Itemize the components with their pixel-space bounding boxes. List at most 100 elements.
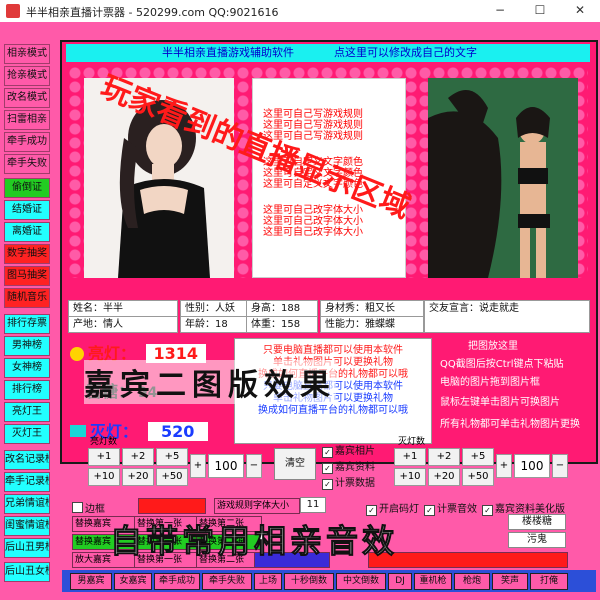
name-input-2[interactable]: 污鬼 bbox=[508, 532, 566, 548]
light-plus-1-button[interactable]: +1 bbox=[88, 448, 120, 466]
enlarge-guest-button[interactable]: 放大嘉宾 bbox=[72, 552, 138, 568]
sidebar-item[interactable]: 结婚证 bbox=[4, 200, 50, 220]
off-plus-10-button[interactable]: +10 bbox=[394, 468, 426, 486]
off-plus-button[interactable]: + bbox=[496, 454, 512, 478]
display-panel: 半半相亲直播游戏辅助软件 点这里可以修改成自己的文字 这里可自己写游戏规则 这里… bbox=[60, 40, 598, 464]
color-button[interactable] bbox=[254, 552, 330, 568]
rules-box[interactable]: 这里可自己写游戏规则 这里可自己写游戏规则 这里可自己写游戏规则 这里可自定义文… bbox=[252, 78, 406, 278]
sidebar-item[interactable]: 闺蜜情谊榜 bbox=[4, 516, 50, 536]
check-vote-data[interactable]: ✓ 计票数据 bbox=[322, 474, 375, 490]
replace-first-button[interactable]: 替换第一张 bbox=[134, 552, 200, 568]
replace-second-button[interactable]: 替换第二张 bbox=[196, 534, 262, 550]
sound-button[interactable]: 打俺 bbox=[530, 573, 568, 590]
check-guest-info[interactable]: ✓ 嘉宾资料 bbox=[322, 458, 375, 474]
sidebar-item[interactable]: 后山丑男榜 bbox=[4, 538, 50, 558]
profile-weight: 体重：158 bbox=[246, 316, 318, 333]
replace-second-button[interactable]: 替换第二张 bbox=[196, 552, 262, 568]
off-count-group: 灭灯数 +1 +2 +5 +10 +20 +50 + 100 − bbox=[390, 437, 590, 492]
sidebar-item[interactable]: 改名模式 bbox=[4, 88, 50, 108]
off-plus-5-button[interactable]: +5 bbox=[462, 448, 494, 466]
light-plus-50-button[interactable]: +50 bbox=[156, 468, 188, 486]
rule-font-size-input[interactable]: 11 bbox=[300, 497, 326, 513]
profile-ability: 性能力：雅蝶蝶 bbox=[320, 316, 424, 333]
off-plus-2-button[interactable]: +2 bbox=[428, 448, 460, 466]
off-step-input[interactable]: 100 bbox=[514, 454, 550, 478]
sidebar-item[interactable]: 图马抽奖 bbox=[4, 266, 50, 286]
sound-button[interactable]: DJ bbox=[388, 573, 412, 590]
sound-button[interactable]: 笑声 bbox=[492, 573, 528, 590]
sound-button[interactable]: 中文倒数 bbox=[336, 573, 386, 590]
light-plus-10-button[interactable]: +10 bbox=[88, 468, 120, 486]
banner[interactable]: 半半相亲直播游戏辅助软件 点这里可以修改成自己的文字 bbox=[66, 44, 590, 62]
off-plus-1-button[interactable]: +1 bbox=[394, 448, 426, 466]
app-body: 相亲模式 抢亲模式 改名模式 扫雷相亲 牵手成功 牵手失败 偷倒证 结婚证 离婚证 数字抽奖 图马抽… bbox=[0, 22, 600, 600]
off-plus-20-button[interactable]: +20 bbox=[428, 468, 460, 486]
off-plus-50-button[interactable]: +50 bbox=[462, 468, 494, 486]
sidebar-item[interactable]: 牵手失败 bbox=[4, 154, 50, 174]
checkbox-icon: ✓ bbox=[322, 463, 333, 474]
sound-button[interactable]: 上场 bbox=[254, 573, 282, 590]
candy-value: 94 bbox=[137, 385, 158, 401]
light-minus-button[interactable]: − bbox=[246, 454, 262, 478]
check-open-lights[interactable]: ✓ 开启码灯 bbox=[366, 500, 419, 516]
sidebar-item[interactable]: 排行榜 bbox=[4, 380, 50, 400]
light-plus-2-button[interactable]: +2 bbox=[122, 448, 154, 466]
checkbox-icon: ✓ bbox=[322, 479, 333, 490]
check-guest-photo[interactable]: ✓ 嘉宾相片 bbox=[322, 442, 375, 458]
notice-line: 换成如何直播平台的礼物都可以哦 bbox=[258, 369, 408, 380]
sidebar-item[interactable]: 改名记录榜 bbox=[4, 450, 50, 470]
off-minus-button[interactable]: − bbox=[552, 454, 568, 478]
sound-button[interactable]: 重机枪 bbox=[414, 573, 452, 590]
sidebar-item[interactable]: 数字抽奖 bbox=[4, 244, 50, 264]
tips-box[interactable]: 把图放这里 QQ截图后按Ctrl键点下粘贴 电脑的图片拖到图片框 鼠标左键单击图片可换… bbox=[434, 338, 590, 442]
sound-button[interactable]: 十秒倒数 bbox=[284, 573, 334, 590]
replace-guest-button[interactable]: 替换嘉宾 bbox=[72, 516, 138, 532]
minimize-button[interactable]: − bbox=[480, 0, 520, 22]
sound-button[interactable]: 女嘉宾 bbox=[114, 573, 152, 590]
clear-button[interactable]: 清空 bbox=[274, 448, 316, 480]
light-step-input[interactable]: 100 bbox=[208, 454, 244, 478]
check-label: 计票音效 bbox=[437, 504, 477, 515]
maximize-button[interactable]: ☐ bbox=[520, 0, 560, 22]
replace-first-button[interactable]: 替换第一张 bbox=[134, 516, 200, 532]
replace-guest-button[interactable]: 替换嘉宾 bbox=[72, 534, 138, 550]
light-counter: 亮灯： 1314 bbox=[70, 340, 206, 364]
sidebar-item[interactable]: 牵手记录榜 bbox=[4, 472, 50, 492]
check-label: 嘉宾相片 bbox=[335, 446, 375, 457]
replace-first-button[interactable]: 替换第一张 bbox=[134, 534, 200, 550]
check-vote-sound[interactable]: ✓ 计票音效 bbox=[424, 500, 477, 516]
replace-second-button[interactable]: 替换第二张 bbox=[196, 516, 262, 532]
sound-button[interactable]: 男嘉宾 bbox=[70, 573, 112, 590]
sidebar-item[interactable]: 排行存票 bbox=[4, 314, 50, 334]
sidebar-item[interactable]: 偷倒证 bbox=[4, 178, 50, 198]
light-plus-5-button[interactable]: +5 bbox=[156, 448, 188, 466]
name-input-1[interactable]: 楼楼糖 bbox=[508, 514, 566, 530]
sound-button[interactable]: 枪炮 bbox=[454, 573, 490, 590]
sidebar-item[interactable]: 牵手成功 bbox=[4, 132, 50, 152]
guest-photo-right[interactable] bbox=[428, 78, 578, 278]
sidebar-item[interactable]: 相亲模式 bbox=[4, 44, 50, 64]
sidebar-item[interactable]: 灭灯王 bbox=[4, 424, 50, 444]
light-plus-20-button[interactable]: +20 bbox=[122, 468, 154, 486]
guest-photo-left[interactable] bbox=[84, 78, 234, 278]
sidebar-item[interactable]: 随机音乐 bbox=[4, 288, 50, 308]
sidebar-item[interactable]: 后山丑女榜 bbox=[4, 562, 50, 582]
action-bar[interactable] bbox=[368, 552, 568, 568]
light-value: 1314 bbox=[145, 344, 206, 363]
sidebar-item[interactable]: 亮灯王 bbox=[4, 402, 50, 422]
sidebar-item[interactable]: 扫雷相亲 bbox=[4, 110, 50, 130]
sidebar-item[interactable]: 男神榜 bbox=[4, 336, 50, 356]
border-color-button[interactable] bbox=[138, 498, 206, 514]
sidebar-item[interactable]: 兄弟情谊榜 bbox=[4, 494, 50, 514]
check-border[interactable]: 边框 bbox=[72, 500, 105, 515]
rules-group-rule: 这里可自己写游戏规则 这里可自己写游戏规则 这里可自己写游戏规则 bbox=[263, 109, 403, 142]
rule-font-size-button[interactable]: 游戏规则字体大小 bbox=[214, 498, 300, 514]
close-button[interactable]: ✕ bbox=[560, 0, 600, 22]
sidebar-item[interactable]: 抢亲模式 bbox=[4, 66, 50, 86]
sound-button[interactable]: 牵手失败 bbox=[202, 573, 252, 590]
sidebar-item[interactable]: 女神榜 bbox=[4, 358, 50, 378]
profile-gender: 性别：人妖 bbox=[180, 300, 248, 317]
sound-button[interactable]: 牵手成功 bbox=[154, 573, 200, 590]
light-plus-button[interactable]: + bbox=[190, 454, 206, 478]
sidebar-item[interactable]: 离婚证 bbox=[4, 222, 50, 242]
